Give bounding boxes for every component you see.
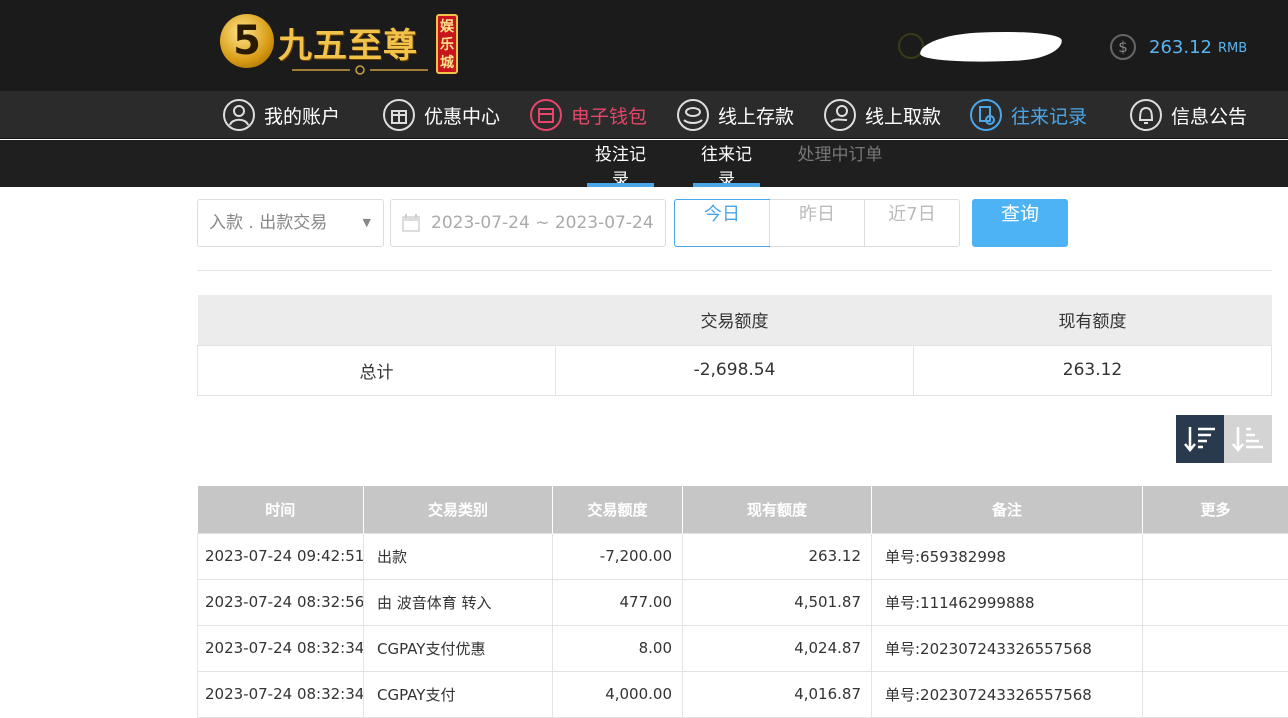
nav-transaction-records[interactable]: 往来记录 [969, 91, 1087, 139]
cell-type: CGPAY支付 [364, 671, 553, 717]
summary-current-balance: 263.12 [914, 345, 1272, 395]
quick-date-group: 今日 昨日 近7日 [674, 199, 960, 247]
calendar-icon [401, 213, 421, 233]
chevron-down-icon: ▼ [363, 200, 371, 246]
summary-table: 交易额度 现有额度 总计 -2,698.54 263.12 [197, 295, 1272, 396]
cell-more[interactable] [1143, 533, 1288, 579]
nav-label: 线上存款 [718, 102, 794, 129]
nav-label: 往来记录 [1011, 102, 1087, 129]
table-row[interactable]: 2023-07-24 08:32:34 CGPAY支付 4,000.00 4,0… [198, 671, 1288, 717]
logo-emblem: 5 [220, 14, 274, 68]
divider [197, 270, 1272, 271]
summary-row: 总计 -2,698.54 263.12 [198, 345, 1272, 395]
summary-transaction-total: -2,698.54 [556, 345, 914, 395]
col-header-remark[interactable]: 备注 [872, 486, 1143, 533]
table-row[interactable]: 2023-07-24 08:32:56 由 波音体育 转入 477.00 4,5… [198, 579, 1288, 625]
cell-amount: -7,200.00 [553, 533, 683, 579]
cell-remark: 单号:202307243326557568 [872, 625, 1143, 671]
transaction-type-select[interactable]: 入款 . 出款交易 ▼ [197, 199, 384, 247]
balance-display: $ 263.12 RMB [1110, 33, 1247, 61]
cell-balance: 4,016.87 [683, 671, 872, 717]
nav-label: 我的账户 [264, 102, 340, 129]
nav-my-account[interactable]: 我的账户 [222, 91, 340, 139]
top-header: 5 九五至尊 娱乐城 $ 263.12 RMB [0, 0, 1288, 91]
dollar-icon: $ [1110, 34, 1136, 60]
nav-label: 信息公告 [1171, 102, 1247, 129]
records-icon [969, 98, 1003, 132]
col-header-amount[interactable]: 交易额度 [553, 486, 683, 533]
today-button[interactable]: 今日 [674, 199, 770, 247]
nav-promotions[interactable]: 优惠中心 [382, 91, 500, 139]
table-row[interactable]: 2023-07-24 08:32:34 CGPAY支付优惠 8.00 4,024… [198, 625, 1288, 671]
table-row[interactable]: 2023-07-24 09:42:51 出款 -7,200.00 263.12 … [198, 533, 1288, 579]
sort-ascending-button[interactable] [1224, 415, 1272, 463]
cell-remark: 单号:202307243326557568 [872, 671, 1143, 717]
records-table: 时间 交易类别 交易额度 现有额度 备注 更多 2023-07-24 09:42… [197, 486, 1288, 718]
gift-icon [382, 98, 416, 132]
col-header-time[interactable]: 时间 [198, 486, 364, 533]
summary-header: 交易额度 [556, 295, 914, 345]
cell-more[interactable] [1143, 671, 1288, 717]
cell-amount: 4,000.00 [553, 671, 683, 717]
sort-descending-button[interactable] [1176, 415, 1224, 463]
deposit-icon [676, 98, 710, 132]
cell-remark: 单号:111462999888 [872, 579, 1143, 625]
date-range-input[interactable]: 2023-07-24 ~ 2023-07-24 [390, 199, 666, 247]
cell-balance: 4,024.87 [683, 625, 872, 671]
date-range-value: 2023-07-24 ~ 2023-07-24 [431, 213, 654, 233]
nav-e-wallet[interactable]: 电子钱包 [529, 91, 647, 139]
sort-ascending-icon [1231, 424, 1265, 454]
cell-time: 2023-07-24 08:32:34 [198, 625, 364, 671]
logo-badge: 娱乐城 [436, 14, 458, 74]
nav-announcements[interactable]: 信息公告 [1129, 91, 1247, 139]
nav-label: 电子钱包 [571, 102, 647, 129]
cell-type: 出款 [364, 533, 553, 579]
summary-label: 总计 [198, 345, 556, 395]
withdraw-icon [823, 98, 857, 132]
cell-more[interactable] [1143, 579, 1288, 625]
user-icon [222, 98, 256, 132]
nav-label: 线上取款 [865, 102, 941, 129]
cell-time: 2023-07-24 08:32:56 [198, 579, 364, 625]
last-7-days-button[interactable]: 近7日 [864, 200, 959, 246]
tab-transaction-records[interactable]: 往来记录 [693, 140, 760, 187]
logo-ornament [290, 64, 430, 76]
cell-amount: 477.00 [553, 579, 683, 625]
cell-remark: 单号:659382998 [872, 533, 1143, 579]
yesterday-button[interactable]: 昨日 [769, 200, 864, 246]
site-logo[interactable]: 5 九五至尊 娱乐城 [220, 12, 465, 78]
tab-pending-orders[interactable]: 处理中订单 [797, 140, 883, 187]
summary-header [198, 295, 556, 345]
col-header-more[interactable]: 更多 [1143, 486, 1288, 533]
username-redaction [919, 28, 1062, 65]
query-button[interactable]: 查询 [972, 199, 1068, 247]
cell-balance: 4,501.87 [683, 579, 872, 625]
cell-more[interactable] [1143, 625, 1288, 671]
main-nav: 我的账户 优惠中心 电子钱包 线上存款 线上取款 [0, 91, 1288, 139]
cell-time: 2023-07-24 09:42:51 [198, 533, 364, 579]
tab-bet-records[interactable]: 投注记录 [587, 140, 654, 187]
nav-online-deposit[interactable]: 线上存款 [676, 91, 794, 139]
cell-type: CGPAY支付优惠 [364, 625, 553, 671]
cell-time: 2023-07-24 08:32:34 [198, 671, 364, 717]
nav-online-withdraw[interactable]: 线上取款 [823, 91, 941, 139]
col-header-balance[interactable]: 现有额度 [683, 486, 872, 533]
cell-type: 由 波音体育 转入 [364, 579, 553, 625]
cell-balance: 263.12 [683, 533, 872, 579]
nav-label: 优惠中心 [424, 102, 500, 129]
bell-icon [1129, 98, 1163, 132]
select-value: 入款 . 出款交易 [209, 213, 327, 233]
balance-amount: 263.12 [1149, 37, 1212, 58]
wallet-icon [529, 98, 563, 132]
balance-currency: RMB [1218, 41, 1247, 56]
col-header-type[interactable]: 交易类别 [364, 486, 553, 533]
summary-header: 现有额度 [914, 295, 1272, 345]
sort-descending-icon [1183, 424, 1217, 454]
user-info[interactable] [898, 30, 1068, 66]
cell-amount: 8.00 [553, 625, 683, 671]
sub-nav: 投注记录 往来记录 处理中订单 [0, 140, 1288, 187]
logo-name: 九五至尊 [278, 18, 418, 67]
